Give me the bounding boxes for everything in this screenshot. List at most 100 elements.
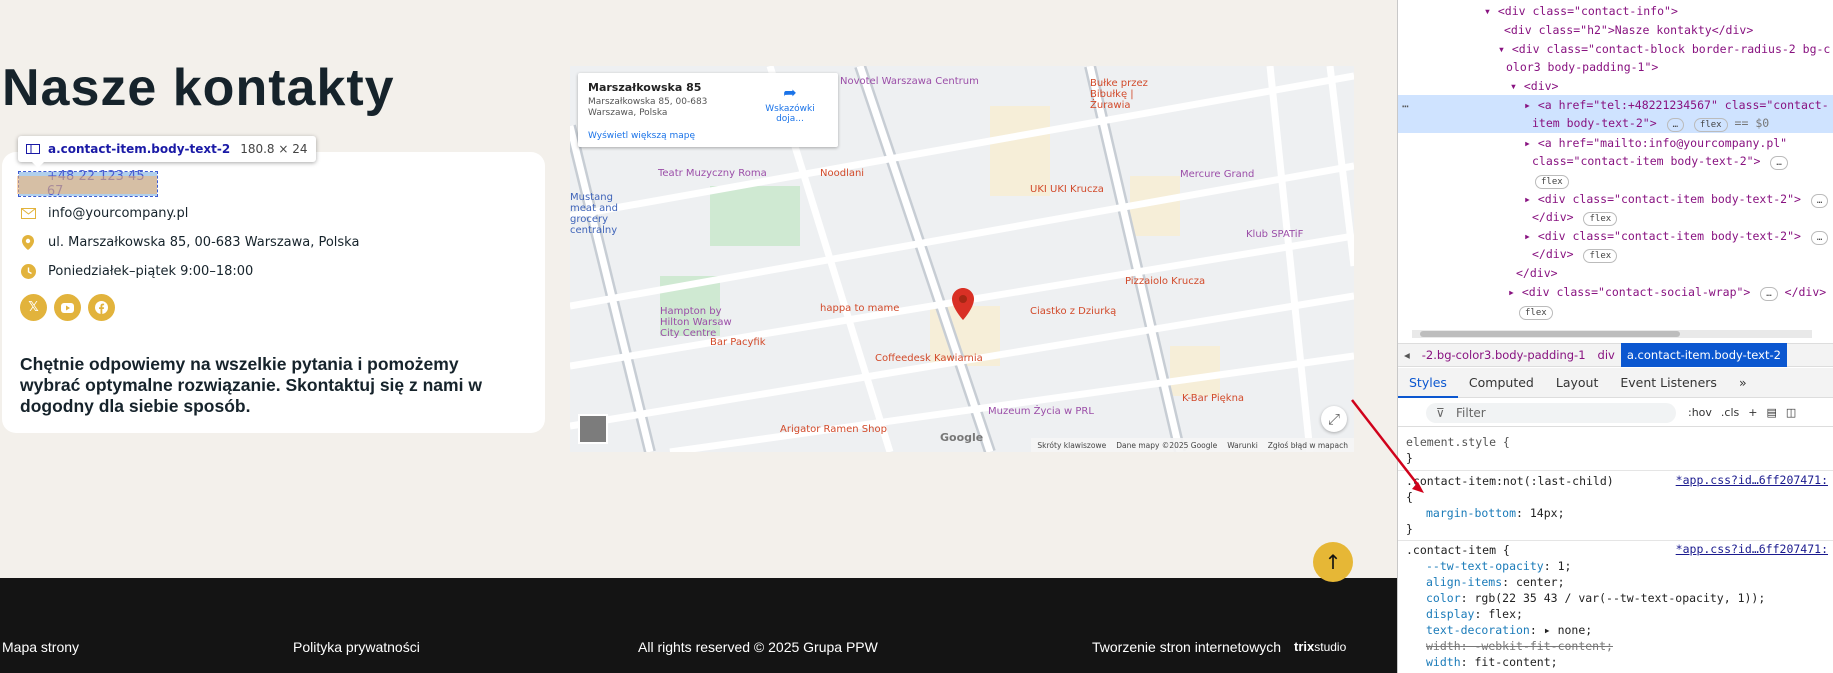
map-label: Arigator Ramen Shop: [780, 424, 887, 435]
tree-node[interactable]: <div class="h2">Nasze kontakty</div>: [1504, 21, 1753, 39]
footer-privacy-link[interactable]: Polityka prywatności: [293, 639, 420, 655]
map-footer: Skróty klawiszowe Dane mapy ©2025 Google…: [1031, 438, 1354, 452]
paint-icon[interactable]: ▤: [1766, 403, 1776, 423]
breadcrumb-item-active[interactable]: a.contact-item.body-text-2: [1620, 343, 1787, 367]
cls-toggle[interactable]: .cls: [1721, 403, 1739, 423]
css-declaration[interactable]: color: rgb(22 35 43 / var(--tw-text-opac…: [1426, 590, 1765, 606]
more-icon[interactable]: ⋯: [1402, 97, 1409, 115]
tree-badge: flex: [1516, 302, 1553, 320]
rule-selector[interactable]: .contact-item {: [1406, 542, 1510, 558]
breadcrumb: ◂ -2.bg-color3.body-padding-1 div a.cont…: [1398, 343, 1833, 367]
tree-node: </div> flex: [1532, 245, 1618, 263]
elements-hscrollbar[interactable]: [1412, 330, 1812, 338]
map-footer-item[interactable]: Zgłoś błąd w mapach: [1268, 441, 1348, 450]
trixstudio-logo[interactable]: trixstudio: [1294, 639, 1346, 654]
google-map[interactable]: Novotel Warszawa Centrum Bułke przez Bib…: [570, 66, 1354, 452]
map-label: Bułke przez Bibułkę | Żurawia: [1090, 78, 1148, 111]
breadcrumb-item[interactable]: div: [1592, 348, 1621, 362]
devtools-inspect-tooltip: a.contact-item.body-text-2 180.8 × 24: [18, 136, 316, 168]
tree-node[interactable]: class="contact-item body-text-2"> …: [1532, 152, 1788, 170]
css-declaration[interactable]: align-items: center;: [1426, 574, 1565, 590]
email-link[interactable]: info@yourcompany.pl: [20, 201, 359, 225]
rule-source-link[interactable]: *app.css?id…6ff207471:: [1676, 473, 1828, 487]
map-footer-item[interactable]: Warunki: [1227, 441, 1258, 450]
flex-layout-icon: [26, 144, 40, 154]
filter-tools: :hov .cls + ▤ ◫: [1688, 403, 1796, 423]
filter-input[interactable]: ⊽ Filter: [1426, 403, 1676, 423]
map-larger-link[interactable]: Wyświetl większą mapę: [588, 131, 695, 141]
element-style-rule[interactable]: element.style {: [1406, 434, 1510, 450]
directions-icon: ➦: [783, 83, 797, 102]
map-label: UKI UKI Krucza: [1030, 184, 1104, 195]
tree-node[interactable]: ▸ <div class="contact-social-wrap"> … </…: [1508, 283, 1826, 301]
arrow-up-icon: ↑: [1324, 550, 1342, 574]
filter-placeholder: Filter: [1456, 406, 1486, 420]
footer-copyright: All rights reserved © 2025 Grupa PPW: [638, 639, 878, 655]
directions-label: Wskazówki doja...: [765, 104, 815, 124]
youtube-icon[interactable]: [54, 294, 81, 321]
x-icon[interactable]: 𝕏: [20, 294, 47, 321]
tree-node-selected[interactable]: item body-text-2"> … flex == $0: [1532, 114, 1769, 132]
tree-node[interactable]: ▾ <div class="contact-info">: [1484, 2, 1678, 20]
email-text: info@yourcompany.pl: [48, 205, 189, 221]
map-place-title: Marszałkowska 85: [588, 81, 702, 94]
chevron-left-icon[interactable]: ◂: [1398, 348, 1416, 362]
rule-brace: {: [1406, 490, 1413, 504]
map-label: Klub SPATiF: [1246, 229, 1304, 240]
tree-node-selected[interactable]: ▸ <a href="tel:+48221234567" class="cont…: [1524, 96, 1829, 114]
css-declaration[interactable]: display: flex;: [1426, 606, 1523, 622]
tab-styles[interactable]: Styles: [1398, 368, 1458, 398]
tab-event-listeners[interactable]: Event Listeners: [1609, 368, 1728, 398]
contact-description: Chętnie odpowiemy na wszelkie pytania i …: [20, 354, 482, 416]
map-label: Muzeum Życia w PRL: [988, 406, 1094, 417]
hours-text: Poniedziałek–piątek 9:00–18:00: [48, 263, 254, 279]
map-footer-item[interactable]: Skróty klawiszowe: [1037, 441, 1106, 450]
address-text: ul. Marszałkowska 85, 00-683 Warszawa, P…: [48, 234, 360, 250]
tree-node[interactable]: ▾ <div class="contact-block border-radiu…: [1498, 40, 1830, 58]
rule-brace: }: [1406, 522, 1413, 536]
page-title: Nasze kontakty: [2, 59, 395, 117]
styles-filter-bar: ⊽ Filter :hov .cls + ▤ ◫: [1398, 399, 1833, 427]
facebook-icon[interactable]: [88, 294, 115, 321]
logo-main: trix: [1294, 639, 1315, 654]
tree-node[interactable]: ▸ <div class="contact-item body-text-2">…: [1524, 227, 1829, 245]
footer-made-by[interactable]: Tworzenie stron internetowych: [1092, 639, 1281, 655]
rule-selector[interactable]: .contact-item:not(:last-child): [1406, 473, 1614, 489]
map-label: Bar Pacyfik: [710, 337, 766, 348]
directions-button[interactable]: ➦ Wskazówki doja...: [750, 83, 830, 124]
envelope-icon: [20, 205, 36, 221]
new-rule-icon[interactable]: +: [1748, 403, 1757, 423]
google-logo: Google: [940, 431, 984, 444]
map-label: Ciastko z Dziurką: [1030, 306, 1117, 317]
css-declaration[interactable]: margin-bottom: 14px;: [1426, 505, 1565, 521]
map-footer-item: Dane mapy ©2025 Google: [1116, 440, 1218, 450]
css-declaration[interactable]: text-decoration: ▸ none;: [1426, 622, 1592, 638]
more-tabs-icon[interactable]: »: [1728, 368, 1758, 398]
css-declaration[interactable]: --tw-text-opacity: 1;: [1426, 558, 1571, 574]
tree-node: </div> flex: [1532, 208, 1618, 226]
tooltip-selector: a.contact-item.body-text-2: [48, 142, 231, 156]
hov-toggle[interactable]: :hov: [1688, 403, 1712, 423]
map-layer-thumbnail[interactable]: [578, 414, 608, 444]
map-label: Teatr Muzyczny Roma: [658, 168, 767, 179]
rule-brace: }: [1406, 451, 1413, 465]
breadcrumb-item[interactable]: -2.bg-color3.body-padding-1: [1416, 348, 1592, 362]
scroll-top-button[interactable]: ↑: [1313, 542, 1353, 582]
map-label: Noodlani: [820, 168, 865, 179]
tree-node[interactable]: ▸ <div class="contact-item body-text-2">…: [1524, 190, 1829, 208]
tree-node[interactable]: ▸ <a href="mailto:info@yourcompany.pl": [1524, 134, 1787, 152]
tab-layout[interactable]: Layout: [1545, 368, 1610, 398]
rule-source-link[interactable]: *app.css?id…6ff207471:: [1676, 542, 1828, 556]
hours-item: Poniedziałek–piątek 9:00–18:00: [20, 259, 359, 283]
fullscreen-icon[interactable]: ⤢: [1321, 406, 1347, 432]
address-item: ul. Marszałkowska 85, 00-683 Warszawa, P…: [20, 230, 359, 254]
sidebar-toggle-icon[interactable]: ◫: [1786, 403, 1796, 423]
tree-badge: flex: [1532, 171, 1569, 189]
css-declaration-overridden[interactable]: width: -webkit-fit-content;: [1426, 638, 1613, 654]
footer-sitemap-link[interactable]: Mapa strony: [2, 639, 79, 655]
tree-node[interactable]: ▾ <div>: [1510, 77, 1558, 95]
css-declaration[interactable]: width: fit-content;: [1426, 654, 1558, 670]
tab-computed[interactable]: Computed: [1458, 368, 1545, 398]
tree-node: </div>: [1516, 266, 1558, 280]
map-label: Mustang meat and grocery centralny: [570, 192, 618, 236]
